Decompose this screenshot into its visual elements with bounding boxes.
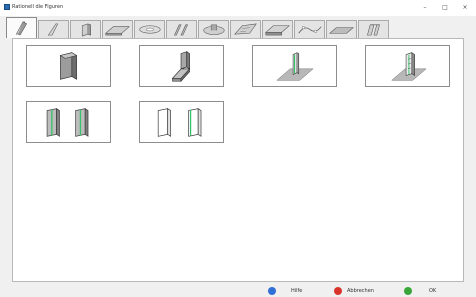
cancel-button[interactable]: Abbrechen — [334, 286, 374, 295]
ok-button[interactable]: OK — [404, 286, 436, 295]
tab-thick-slab[interactable] — [262, 20, 293, 38]
tab-sloped-slab[interactable] — [230, 20, 261, 38]
cancel-icon — [334, 286, 342, 295]
figure-card-6[interactable] — [139, 101, 224, 143]
window-title: Rationell die Figuren — [12, 4, 64, 10]
figure-card-1[interactable] — [26, 45, 111, 87]
wall-on-plane-figure-icon — [276, 52, 314, 81]
tab-thin-wall[interactable] — [6, 17, 37, 38]
figure-card-4[interactable] — [365, 45, 450, 87]
twin-shaded-walls-figure-icon — [46, 108, 89, 137]
ok-icon — [404, 286, 412, 295]
tab-bracket[interactable] — [358, 20, 389, 38]
sloped-slab-shape-icon — [234, 23, 257, 35]
tab-curved[interactable] — [294, 20, 325, 38]
round-slab-shape-icon — [139, 25, 161, 34]
bracket-shape-icon — [367, 24, 380, 36]
thin-wall-shape-icon — [15, 21, 28, 36]
tab-flat-plate[interactable] — [326, 20, 357, 38]
l-shaped-figure-icon — [171, 51, 191, 82]
double-wall-shape-icon — [174, 24, 189, 36]
slab-shape-icon — [105, 26, 130, 36]
pillar-on-plane-figure-icon — [391, 52, 427, 81]
curved-shape-icon — [298, 26, 322, 34]
tab-round-slab[interactable] — [134, 20, 165, 38]
minimize-button[interactable]: – — [418, 2, 432, 13]
figure-card-3[interactable] — [252, 45, 337, 87]
tab-tapered-wall[interactable] — [38, 20, 69, 38]
maximize-button[interactable]: □ — [438, 2, 452, 13]
flat-plate-shape-icon — [329, 27, 354, 34]
tab-double-wall[interactable] — [166, 20, 197, 38]
help-label: Hilfe — [291, 287, 303, 294]
disc-shape-icon — [203, 24, 225, 35]
thick-slab-shape-icon — [265, 25, 290, 36]
help-icon — [268, 286, 276, 295]
app-icon — [4, 4, 10, 10]
title-bar: Rationell die Figuren – □ × — [0, 0, 476, 16]
dialog-footer: Hilfe Abbrechen OK — [0, 283, 476, 297]
close-button[interactable]: × — [458, 2, 472, 13]
cancel-label: Abbrechen — [347, 287, 374, 294]
twin-outline-walls-figure-icon — [157, 108, 202, 137]
figure-type-tabs — [4, 17, 472, 39]
column-shape-icon — [81, 23, 91, 37]
figure-card-2[interactable] — [139, 45, 224, 87]
tapered-wall-shape-icon — [47, 23, 59, 36]
help-button[interactable]: Hilfe — [268, 286, 302, 295]
tab-slab[interactable] — [102, 20, 133, 38]
tab-disc[interactable] — [198, 20, 229, 38]
figure-card-5[interactable] — [26, 101, 111, 143]
ok-label: OK — [429, 287, 437, 294]
tab-column[interactable] — [70, 20, 101, 38]
solid-block-figure-icon — [59, 52, 78, 80]
figure-panel — [12, 38, 464, 282]
